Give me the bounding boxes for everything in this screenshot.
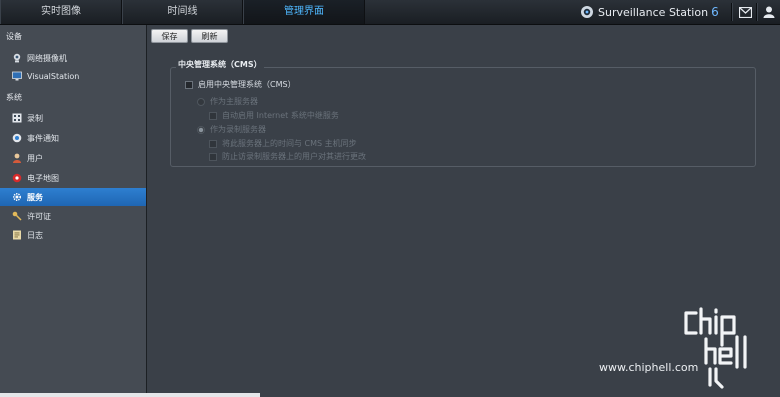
- sidebar: 设备 网络摄像机 VisualStation 系统 录制 事件通知 用户 电子地…: [0, 25, 147, 397]
- sync-time-checkbox[interactable]: [209, 139, 217, 148]
- host-server-radio[interactable]: [197, 97, 205, 106]
- host-server-label: 作为主服务器: [210, 97, 258, 106]
- sidebar-item-event-notification[interactable]: 事件通知: [0, 129, 146, 147]
- sidebar-item-label: 网络摄像机: [27, 53, 67, 63]
- sidebar-item-label: 录制: [27, 113, 43, 123]
- toolbar-separator: [756, 3, 758, 21]
- monitor-icon: [12, 71, 22, 81]
- sidebar-item-ip-camera[interactable]: 网络摄像机: [0, 49, 146, 67]
- enable-cms-checkbox[interactable]: [185, 80, 193, 89]
- sidebar-item-user[interactable]: 用户: [0, 149, 146, 167]
- save-button[interactable]: 保存: [151, 29, 188, 43]
- sidebar-item-log[interactable]: 日志: [0, 226, 146, 244]
- watermark-url: www.chiphell.com: [599, 361, 699, 374]
- sidebar-item-label: 事件通知: [27, 133, 59, 143]
- sidebar-item-label: 用户: [27, 153, 43, 163]
- camera-icon: [12, 53, 22, 63]
- sync-time-option[interactable]: 将此服务器上的时间与 CMS 主机同步: [209, 138, 357, 149]
- map-icon: [12, 173, 22, 183]
- auto-internet-option[interactable]: 自动启用 Internet 系统中继服务: [209, 110, 339, 121]
- cms-legend: 中央管理系统（CMS）: [176, 59, 264, 70]
- app-version: 6: [711, 5, 719, 19]
- refresh-button[interactable]: 刷新: [191, 29, 228, 43]
- notification-icon: [12, 133, 22, 143]
- sidebar-item-label: VisualStation: [27, 71, 80, 81]
- sidebar-section-system: 系统: [6, 93, 22, 102]
- sidebar-item-emap[interactable]: 电子地图: [0, 169, 146, 187]
- tab-management[interactable]: 管理界面: [243, 0, 365, 24]
- sync-time-label: 将此服务器上的时间与 CMS 主机同步: [222, 139, 357, 148]
- recording-icon: [12, 113, 22, 123]
- top-navigation-bar: 实时图像 时间线 管理界面 Surveillance Station 6: [0, 0, 780, 25]
- chiphell-watermark-logo: [598, 305, 768, 390]
- sidebar-item-label: 日志: [27, 230, 43, 240]
- sidebar-item-label: 电子地图: [27, 173, 59, 183]
- recording-server-radio[interactable]: [197, 125, 205, 134]
- log-icon: [12, 230, 22, 240]
- block-users-option[interactable]: 防止访录制服务器上的用户对其进行更改: [209, 151, 366, 162]
- recording-server-label: 作为录制服务器: [210, 125, 266, 134]
- toolbar-separator: [731, 3, 733, 21]
- block-users-label: 防止访录制服务器上的用户对其进行更改: [222, 152, 366, 161]
- tab-timeline[interactable]: 时间线: [122, 0, 243, 24]
- key-icon: [12, 211, 22, 221]
- user-icon: [12, 153, 22, 163]
- bottom-strip: [0, 393, 260, 397]
- gear-icon: [12, 192, 22, 202]
- sidebar-item-recording[interactable]: 录制: [0, 109, 146, 127]
- recording-server-option[interactable]: 作为录制服务器: [197, 124, 266, 135]
- sidebar-item-service[interactable]: 服务: [0, 188, 146, 206]
- user-menu-icon[interactable]: [760, 4, 778, 20]
- sidebar-section-devices: 设备: [6, 32, 22, 41]
- enable-cms-option[interactable]: 启用中央管理系统（CMS）: [185, 79, 296, 90]
- block-users-checkbox[interactable]: [209, 152, 217, 161]
- enable-cms-label: 启用中央管理系统（CMS）: [198, 80, 296, 89]
- sidebar-item-visualstation[interactable]: VisualStation: [0, 67, 146, 85]
- sidebar-item-label: 服务: [27, 192, 43, 202]
- surveillance-logo-icon: [580, 5, 594, 19]
- sidebar-item-label: 许可证: [27, 211, 51, 221]
- tab-live-view[interactable]: 实时图像: [0, 0, 122, 24]
- app-name: Surveillance Station: [598, 5, 709, 19]
- auto-internet-checkbox[interactable]: [209, 111, 217, 120]
- auto-internet-label: 自动启用 Internet 系统中继服务: [222, 111, 339, 120]
- message-icon[interactable]: [736, 4, 754, 20]
- app-brand: Surveillance Station 6: [580, 0, 719, 24]
- host-server-option[interactable]: 作为主服务器: [197, 96, 258, 107]
- sidebar-item-license[interactable]: 许可证: [0, 207, 146, 225]
